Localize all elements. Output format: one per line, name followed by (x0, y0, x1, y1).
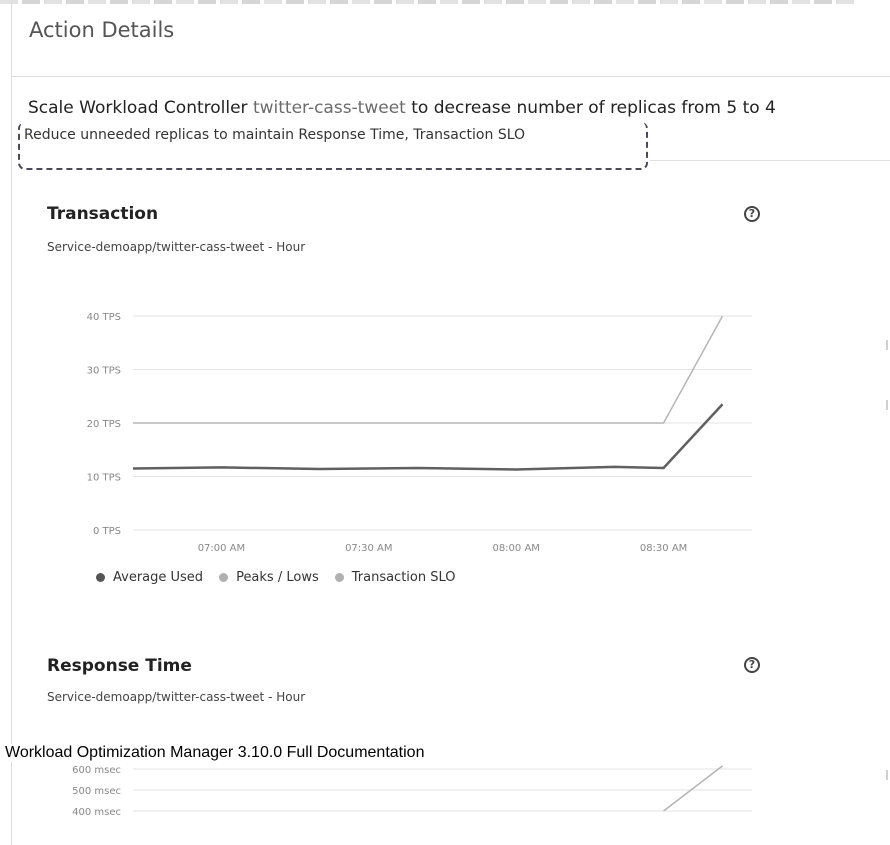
y-tick-label: 500 msec (72, 786, 121, 797)
response-time-chart-subtitle: Service-demoapp/twitter-cass-tweet - Hou… (47, 690, 306, 704)
x-tick-label: 08:00 AM (492, 543, 539, 554)
transaction-legend: Average Used Peaks / Lows Transaction SL… (96, 570, 456, 585)
y-tick-label: 20 TPS (87, 419, 121, 430)
legend-item-average-used[interactable]: Average Used (96, 570, 203, 585)
series-line-response-time (663, 765, 723, 812)
legend-dot-icon (219, 573, 229, 582)
y-tick-label: 10 TPS (87, 473, 121, 484)
x-tick-label: 07:00 AM (198, 543, 245, 554)
legend-item-peaks-lows[interactable]: Peaks / Lows (219, 570, 319, 585)
x-tick-label: 07:30 AM (345, 543, 392, 554)
x-tick-label: 08:30 AM (640, 543, 687, 554)
legend-label: Average Used (113, 570, 204, 585)
transaction-chart: 40 TPS 30 TPS 20 TPS 10 TPS 0 TPS 07:00 AM 07:… (87, 312, 752, 554)
question-circle-icon[interactable]: ? (744, 657, 760, 673)
legend-label: Peaks / Lows (236, 570, 319, 585)
response-time-chart-title: Response Time (47, 656, 192, 676)
legend-dot-icon (96, 573, 105, 582)
legend-dot-icon (334, 573, 344, 582)
legend-item-transaction-slo[interactable]: Transaction SLO (334, 570, 456, 585)
documentation-footer: Workload Optimization Manager 3.10.0 Ful… (5, 744, 431, 762)
series-line-average-used (132, 403, 724, 471)
y-tick-label: 400 msec (72, 807, 121, 818)
y-tick-label: 600 msec (72, 765, 121, 776)
y-tick-label: 0 TPS (93, 526, 121, 537)
legend-label: Transaction SLO (351, 570, 456, 585)
y-tick-label: 40 TPS (87, 312, 121, 323)
y-tick-label: 30 TPS (87, 366, 121, 377)
